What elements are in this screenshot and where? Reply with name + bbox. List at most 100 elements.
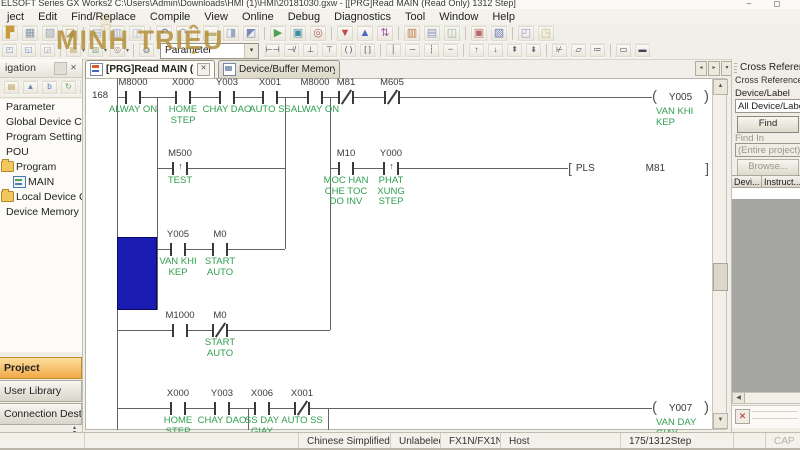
check-icon[interactable]: ◎: [309, 25, 327, 42]
note-icon[interactable]: ◩: [242, 25, 260, 42]
cut-icon[interactable]: ▤: [88, 25, 106, 42]
column-device[interactable]: Devi...: [732, 175, 762, 188]
nav-item-main[interactable]: MAIN: [0, 174, 82, 189]
tab-device-buffer-memory-batch-mo[interactable]: Device/Buffer Memory Batch Mo...: [218, 60, 340, 78]
redo-icon[interactable]: ↷: [175, 25, 193, 42]
read-from-plc-icon[interactable]: ▲: [356, 25, 374, 42]
verify-icon[interactable]: ⇅: [376, 25, 394, 42]
nav-view-connection-desti[interactable]: Connection Desti...: [0, 403, 82, 425]
ladder-horizontal-line-icon[interactable]: ─: [404, 43, 421, 58]
find-in-combo[interactable]: (Entire project): [735, 143, 800, 157]
tab-prg-read-main-read-onl[interactable]: [PRG]Read MAIN (Read Onl...✕: [85, 60, 215, 78]
menu-window[interactable]: Window: [432, 11, 485, 23]
find-button[interactable]: Find: [737, 116, 799, 133]
menu-view[interactable]: View: [197, 11, 235, 23]
nav-item-program-setting[interactable]: Program Setting: [0, 129, 82, 144]
nav-view-user-library[interactable]: User Library: [0, 380, 82, 402]
comment-icon[interactable]: ▤: [65, 43, 82, 58]
nav-item-global-device-comm[interactable]: Global Device Comm: [0, 114, 82, 129]
ladder-closed-contact-icon[interactable]: ⊣/: [283, 43, 300, 58]
convert-icon[interactable]: ▶: [269, 25, 287, 42]
comment-display-icon[interactable]: ◳: [537, 25, 555, 42]
ladder-open-branch-icon[interactable]: ⊥: [302, 43, 319, 58]
paste-icon[interactable]: ◫: [128, 25, 146, 42]
nav-item-device-memory[interactable]: Device Memory: [0, 204, 82, 219]
nav-sort-icon[interactable]: ▲: [22, 80, 39, 95]
nav-user-icon[interactable]: ▣: [79, 80, 83, 95]
open-project-icon[interactable]: ▛: [1, 25, 19, 42]
menu-tool[interactable]: Tool: [398, 11, 432, 23]
device-display-icon-dropdown[interactable]: ▾: [104, 47, 107, 54]
menu-online[interactable]: Online: [235, 11, 281, 23]
nav-item-program[interactable]: Program: [0, 159, 82, 174]
ladder-closed-branch-icon[interactable]: ⊤: [321, 43, 338, 58]
menu-diagnostics[interactable]: Diagnostics: [327, 11, 398, 23]
zoom-icon[interactable]: ◰: [517, 25, 535, 42]
ladder-vertical-line-icon[interactable]: │: [385, 43, 402, 58]
menu-find-replace[interactable]: Find/Replace: [64, 11, 143, 23]
compile-all-icon[interactable]: ▣: [289, 25, 307, 42]
copy-icon[interactable]: ▥: [108, 25, 126, 42]
scroll-up-icon[interactable]: ▲: [713, 79, 728, 95]
menu-edit[interactable]: Edit: [31, 11, 64, 23]
ladder-rising-branch-icon[interactable]: ⇞: [506, 43, 523, 58]
menu-compile[interactable]: Compile: [143, 11, 197, 23]
write-to-plc-icon[interactable]: ▼: [336, 25, 354, 42]
nav-info-icon[interactable]: b: [41, 80, 58, 95]
menu-ject[interactable]: ject: [0, 11, 31, 23]
ladder-falling-pulse-icon[interactable]: ↓: [487, 43, 504, 58]
monitor-icon[interactable]: ◎: [109, 43, 126, 58]
ladder-editor-canvas[interactable]: [85, 78, 712, 430]
device-display-icon[interactable]: ▥: [87, 43, 104, 58]
ladder-statement-icon[interactable]: ▬: [634, 43, 651, 58]
start-monitor-icon[interactable]: ▣: [470, 25, 488, 42]
find-device-icon[interactable]: ◍: [138, 43, 155, 58]
ladder-coil-icon[interactable]: ( ): [340, 43, 357, 58]
ladder-delete-vline-icon[interactable]: ┆: [423, 43, 440, 58]
ladder-application-icon[interactable]: [ ]: [359, 43, 376, 58]
ladder-invert-icon[interactable]: ⊬: [551, 43, 568, 58]
docking-icon[interactable]: ◲: [39, 43, 56, 58]
monitor-mode-icon[interactable]: ▥: [403, 25, 421, 42]
browse-button[interactable]: Browse...: [737, 159, 799, 176]
tab-scroll-right-icon[interactable]: ▸: [708, 61, 720, 76]
chevron-down-icon[interactable]: ▾: [244, 44, 258, 58]
ladder-comment-icon[interactable]: ▭: [615, 43, 632, 58]
monitor-icon-dropdown[interactable]: ▾: [126, 47, 129, 54]
nav-view-project[interactable]: Project: [0, 357, 82, 379]
watch-icon[interactable]: ◫: [443, 25, 461, 42]
print-icon[interactable]: ▨: [41, 25, 59, 42]
scroll-left-icon[interactable]: ◀: [733, 393, 745, 403]
nav-item-local-device-com[interactable]: Local Device Com: [0, 189, 82, 204]
nav-item-pou[interactable]: POU: [0, 144, 82, 159]
comment-icon-dropdown[interactable]: ▾: [82, 47, 85, 54]
minimize-button[interactable]: –: [738, 0, 760, 9]
tab-close-icon[interactable]: ✕: [197, 63, 210, 76]
menu-debug[interactable]: Debug: [281, 11, 327, 23]
scroll-down-icon[interactable]: ▼: [713, 413, 728, 429]
column-instruction[interactable]: Instruct...: [762, 175, 800, 188]
menu-help[interactable]: Help: [485, 11, 522, 23]
pin-icon[interactable]: [54, 62, 67, 75]
ladder-rising-pulse-icon[interactable]: ↑: [468, 43, 485, 58]
device-label-combo[interactable]: All Device/Label: [735, 99, 800, 113]
nav-item-parameter[interactable]: Parameter: [0, 99, 82, 114]
monitor-write-icon[interactable]: ▤: [423, 25, 441, 42]
device-comment-icon[interactable]: ▬: [202, 25, 220, 42]
restore-button[interactable]: ◻: [766, 0, 788, 9]
data-combo[interactable]: Parameter▾: [160, 43, 259, 59]
cross-reference-hscrollbar[interactable]: ◀: [732, 392, 800, 404]
undo-icon[interactable]: ↶: [155, 25, 173, 42]
statement-icon[interactable]: ◨: [222, 25, 240, 42]
save-project-icon[interactable]: ▦: [21, 25, 39, 42]
editor-vertical-scrollbar[interactable]: ▲ ▼: [712, 78, 727, 430]
scrollbar-thumb[interactable]: [713, 263, 728, 291]
tile-window-icon[interactable]: ◰: [1, 43, 18, 58]
nav-filter-icon[interactable]: ▤: [3, 80, 20, 95]
ladder-edit-icon[interactable]: ▱: [570, 43, 587, 58]
cascade-window-icon[interactable]: ◱: [20, 43, 37, 58]
stop-monitor-icon[interactable]: ▧: [490, 25, 508, 42]
ladder-delete-hline-icon[interactable]: ┄: [442, 43, 459, 58]
delete-icon[interactable]: ✕: [735, 409, 750, 424]
tab-scroll-left-icon[interactable]: ◂: [695, 61, 707, 76]
